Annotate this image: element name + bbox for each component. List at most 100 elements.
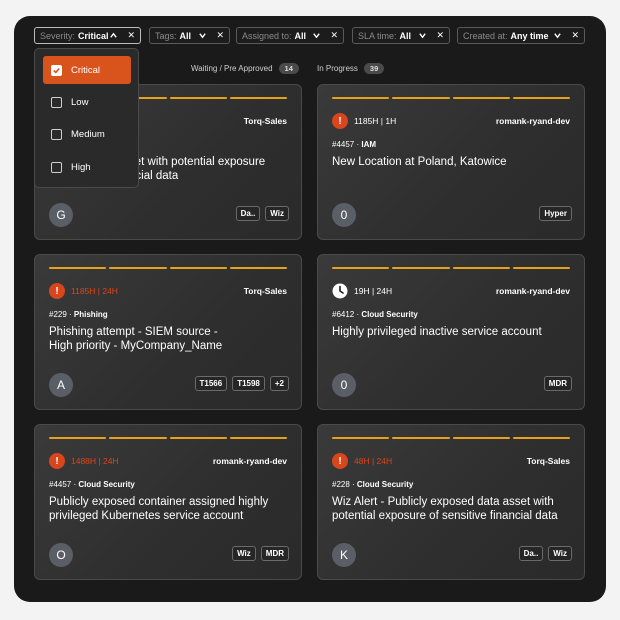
checkbox-icon [51,161,62,173]
clock-icon [332,283,348,299]
column-title: In Progress [317,64,358,73]
chevron-down-icon [197,31,207,41]
card-owner: romank-ryand-dev [212,456,287,466]
tag[interactable]: MDR [543,376,572,391]
chevron-down-icon [552,31,562,41]
ticket-card[interactable]: ! 1185H | 1H romank-ryand-dev #4457 · IA… [317,84,585,240]
ticket-card[interactable]: 19H | 24H romank-ryand-dev #6412 · Cloud… [317,254,585,410]
avatar[interactable]: 0 [332,373,356,397]
tag[interactable]: Da.. [235,206,261,221]
tag[interactable]: Hyper [539,206,572,221]
ticket-card[interactable]: ! 1185H | 24H Torq-Sales #229 · Phishing… [34,254,302,410]
card-category: #4457 · IAM [332,140,376,149]
card-title-line: Publicly exposed container assigned high… [49,496,269,508]
chevron-down-icon [311,31,321,41]
count-badge: 39 [363,63,385,74]
card-category: #4457 · Cloud Security [49,480,135,489]
case-id: #4457 · [49,480,79,489]
card-title-line: Highly privileged inactive service accou… [332,326,542,338]
tag-list: Wiz MDR [232,546,289,561]
card-title-line: Phishing attempt - SIEM source - [49,326,218,338]
filter-value: All [294,30,307,41]
filter-sla-time[interactable]: SLA time: All ✕ [352,27,450,44]
filter-value: All [179,30,192,41]
card-title: Publicly exposed container assigned high… [49,495,287,523]
category-name: Cloud Security [78,480,135,489]
filter-label: Assigned to: [242,30,292,41]
option-label: High [71,161,91,173]
alert-icon: ! [332,113,348,129]
card-title-line: High priority - MyCompany_Name [49,340,223,352]
tag[interactable]: Wiz [265,206,289,221]
tag-list: Hyper [539,206,572,221]
card-title-line: Wiz Alert - Publicly exposed data asset … [332,496,554,508]
filter-label: SLA time: [358,30,397,41]
ticket-card[interactable]: ! 1488H | 24H romank-ryand-dev #4457 · C… [34,424,302,580]
tag-list: MDR [543,376,572,391]
tag-list: T1566 T1598 +2 [194,376,289,391]
clear-filter-icon[interactable]: ✕ [127,31,135,40]
filter-value: Any time [510,30,549,41]
severity-option-critical[interactable]: Critical [43,56,131,84]
filter-value: Critical [78,30,109,41]
category-name: Cloud Security [356,480,414,489]
filter-severity[interactable]: Severity: Critical ✕ [34,27,141,44]
filter-created-at[interactable]: Created at: Any time ✕ [457,27,585,44]
avatar[interactable]: O [49,543,73,567]
card-title-line: set with potential exposure [129,156,266,168]
alert-icon: ! [332,453,348,469]
card-title: Phishing attempt - SIEM source - High pr… [49,325,287,353]
chevron-down-icon [417,31,427,41]
case-id: #229 · [49,310,74,319]
clear-filter-icon[interactable]: ✕ [330,31,338,40]
severity-dropdown: Critical Low Medium High [34,48,139,188]
tag[interactable]: Da.. [518,546,544,561]
filter-assigned[interactable]: Assigned to: All ✕ [236,27,344,44]
board-frame: Severity: Critical ✕ Tags: All ✕ Assigne… [14,16,606,602]
case-id: #6412 · [332,310,362,319]
severity-option-medium[interactable]: Medium [43,120,131,148]
tag-list: Da.. Wiz [518,546,572,561]
tag[interactable]: Wiz [232,546,256,561]
card-category: #229 · Phishing [49,310,108,319]
card-meta: 19H | 24H romank-ryand-dev [332,283,570,299]
filter-tags[interactable]: Tags: All ✕ [149,27,230,44]
sla-time: 19H | 24H [354,286,393,296]
avatar[interactable]: K [332,543,356,567]
column-header-in-progress: In Progress 39 [317,63,385,74]
card-title: Highly privileged inactive service accou… [332,325,570,339]
filter-value: All [399,30,412,41]
avatar[interactable]: 0 [332,203,356,227]
tag-list: Da.. Wiz [235,206,289,221]
alert-icon: ! [49,283,65,299]
clear-filter-icon[interactable]: ✕ [571,31,579,40]
clear-filter-icon[interactable]: ✕ [216,31,224,40]
category-name: Cloud Security [361,310,418,319]
sla-time: 1185H | 1H [354,116,397,126]
tag[interactable]: +2 [269,376,289,391]
case-id: #228 · [332,480,357,489]
severity-option-low[interactable]: Low [43,88,131,116]
severity-option-high[interactable]: High [43,153,131,181]
tag[interactable]: T1598 [232,376,265,391]
card-title-line: potential exposure of sensitive financia… [332,510,558,522]
avatar[interactable]: G [49,203,73,227]
card-category: #6412 · Cloud Security [332,310,418,319]
card-title: New Location at Poland, Katowice [332,155,570,169]
sla-progress-bar [332,437,570,439]
sla-time: 1488H | 24H [71,456,119,466]
column-header-waiting: Waiting / Pre Approved 14 [191,63,299,74]
clear-filter-icon[interactable]: ✕ [436,31,444,40]
tag[interactable]: MDR [260,546,289,561]
avatar[interactable]: A [49,373,73,397]
chevron-up-icon [109,31,119,41]
tag[interactable]: T1566 [194,376,228,391]
card-title-line: privileged Kubernetes service account [49,510,244,522]
sla-time: 48H | 24H [354,456,393,466]
ticket-card[interactable]: ! 48H | 24H Torq-Sales #228 · Cloud Secu… [317,424,585,580]
card-meta: ! 1185H | 1H romank-ryand-dev [332,113,570,129]
filter-label: Severity: [40,30,76,41]
sla-progress-bar [49,437,287,439]
card-owner: Torq-Sales [243,286,287,296]
tag[interactable]: Wiz [548,546,572,561]
